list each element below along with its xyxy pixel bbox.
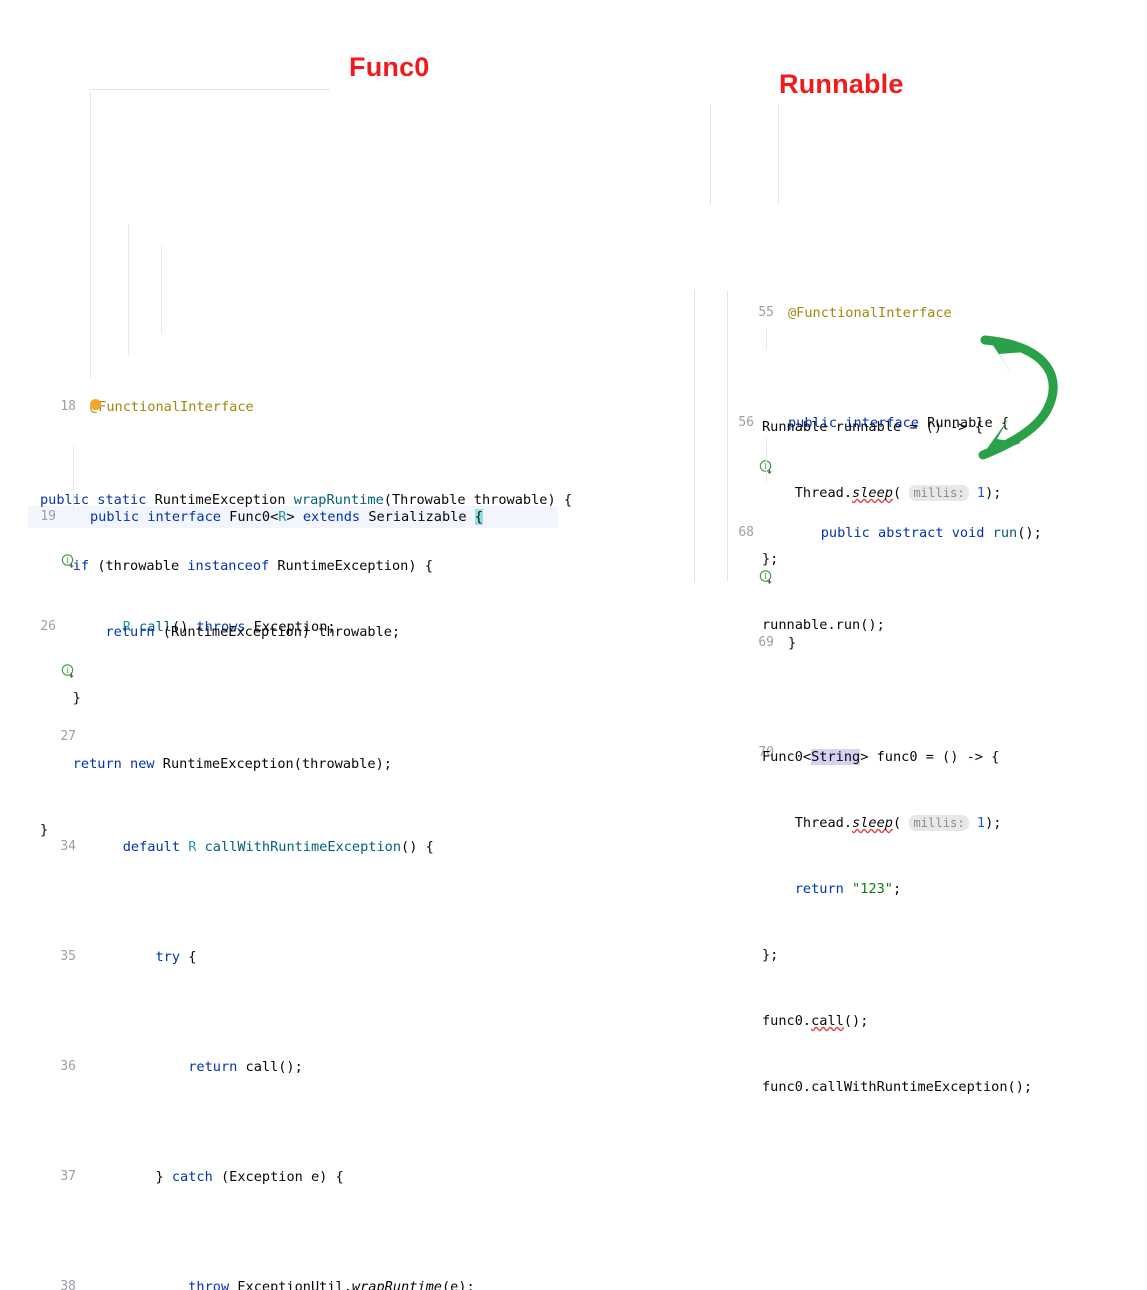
code-text: return call();	[188, 1059, 303, 1075]
wrap-runtime-method[interactable]: public static RuntimeException wrapRunti…	[40, 423, 572, 863]
code-line: func0.call();	[762, 1013, 869, 1029]
code-text: @FunctionalInterface	[90, 399, 254, 415]
code-line[interactable]: 18 @FunctionalInterface	[28, 396, 558, 418]
code-line: return "123";	[794, 881, 902, 897]
fold-region-line	[90, 89, 330, 90]
code-line: func0.callWithRuntimeException();	[762, 1079, 1033, 1095]
code-line: runnable.run();	[762, 617, 885, 633]
selected-type-token: String	[811, 749, 861, 765]
code-line: Thread.sleep( millis: 1);	[794, 815, 1002, 831]
panel-border	[694, 290, 695, 582]
code-line: }	[40, 822, 49, 838]
code-line: return (RuntimeException) throwable;	[105, 624, 401, 640]
gutter-separator	[727, 290, 728, 582]
code-line: }	[72, 690, 81, 706]
line-number: 18	[60, 399, 76, 414]
code-line: return new RuntimeException(throwable);	[72, 756, 392, 772]
indent-guide	[73, 445, 74, 511]
indent-guide	[128, 224, 129, 356]
code-line: };	[762, 947, 779, 963]
code-line[interactable]: 35 try {	[28, 946, 558, 968]
parameter-hint: millis:	[909, 485, 969, 501]
page-title-runnable: Runnable	[779, 69, 904, 99]
code-line: };	[762, 551, 779, 567]
code-line: Thread.sleep( millis: 1);	[794, 485, 1002, 501]
panel-border	[710, 104, 711, 204]
line-number: 35	[60, 949, 76, 964]
line-number: 38	[60, 1279, 76, 1290]
gutter-separator	[778, 104, 779, 204]
code-line[interactable]: 37 } catch (Exception e) {	[28, 1166, 558, 1188]
string-literal: "123"	[852, 881, 893, 897]
code-line: Runnable runnable = () -> {	[762, 419, 983, 435]
bookmark-dot-icon	[90, 399, 101, 410]
parameter-hint: millis:	[909, 815, 969, 831]
line-number: 36	[60, 1059, 76, 1074]
line-gutter[interactable]: 36	[28, 1056, 80, 1078]
page-title-func0: Func0	[349, 52, 430, 82]
gutter-separator	[90, 92, 91, 378]
line-gutter[interactable]: 38	[28, 1276, 80, 1290]
indent-guide	[766, 438, 767, 482]
code-text: try {	[155, 949, 197, 965]
lambda-usage-panel[interactable]: Runnable runnable = () -> { Thread.sleep…	[694, 290, 1114, 1095]
lambda-usage-sample: Runnable runnable = () -> { Thread.sleep…	[762, 306, 1032, 1142]
code-line: public static RuntimeException wrapRunti…	[40, 492, 573, 508]
code-line[interactable]: 38 throw ExceptionUtil.wrapRuntime(e);	[28, 1276, 558, 1290]
code-line: if (throwable instanceof RuntimeExceptio…	[72, 558, 433, 574]
code-text: } catch (Exception e) {	[155, 1169, 344, 1185]
code-text: throw ExceptionUtil.wrapRuntime(e);	[188, 1279, 475, 1290]
line-gutter[interactable]: 35	[28, 946, 80, 968]
indent-guide	[161, 246, 162, 334]
indent-guide	[766, 328, 767, 350]
line-gutter[interactable]: 37	[28, 1166, 80, 1188]
code-line[interactable]: 36 return call();	[28, 1056, 558, 1078]
line-gutter[interactable]: 18	[28, 396, 80, 418]
code-line: Func0<String> func0 = () -> {	[762, 749, 1000, 765]
line-number: 37	[60, 1169, 76, 1184]
